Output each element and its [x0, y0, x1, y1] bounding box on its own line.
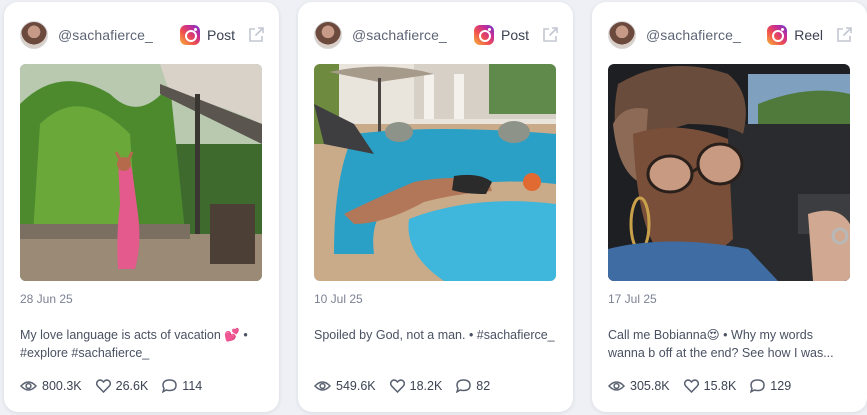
card-header: @sachafierce_ Reel — [608, 20, 853, 50]
likes-count: 18.2K — [409, 379, 443, 393]
post-caption: My love language is acts of vacation 💕 •… — [20, 328, 248, 360]
likes-stat: 18.2K — [389, 379, 443, 393]
post-card[interactable]: @sachafierce_ Post — [298, 2, 573, 412]
post-type-label: Reel — [794, 27, 823, 43]
views-stat: 305.8K — [608, 379, 670, 393]
post-caption: Call me Bobianna😍 • Why my words wanna b… — [608, 328, 834, 360]
post-card-row: @sachafierce_ Post 28 Jun 25 My love lan… — [0, 0, 867, 415]
eye-icon — [314, 381, 331, 391]
account-handle[interactable]: @sachafierce_ — [646, 27, 741, 43]
heart-icon — [683, 379, 699, 393]
comment-icon — [750, 379, 766, 393]
comment-icon — [162, 379, 178, 393]
post-thumbnail[interactable] — [314, 64, 556, 281]
post-caption: Spoiled by God, not a man. • #sachafierc… — [314, 328, 555, 342]
likes-count: 15.8K — [703, 379, 737, 393]
comments-stat: 82 — [456, 379, 490, 393]
likes-count: 26.6K — [115, 379, 149, 393]
instagram-icon — [179, 25, 200, 45]
post-card[interactable]: @sachafierce_ Reel 17 Jul 25 Call me Bob… — [592, 2, 867, 412]
post-stats: 549.6K 18.2K 82 — [314, 379, 504, 393]
post-type-label: Post — [500, 27, 529, 43]
post-thumbnail[interactable] — [20, 64, 262, 281]
post-stats: 305.8K 15.8K 129 — [608, 379, 805, 393]
instagram-icon — [767, 25, 788, 45]
post-date: 28 Jun 25 — [20, 292, 73, 306]
account-handle[interactable]: @sachafierce_ — [352, 27, 447, 43]
eye-icon — [20, 381, 37, 391]
likes-stat: 15.8K — [683, 379, 737, 393]
account-handle[interactable]: @sachafierce_ — [58, 27, 153, 43]
post-thumbnail[interactable] — [608, 64, 850, 281]
eye-icon — [608, 381, 625, 391]
comments-count: 129 — [770, 379, 792, 393]
comments-stat: 129 — [750, 379, 791, 393]
post-date: 17 Jul 25 — [608, 292, 657, 306]
likes-stat: 26.6K — [95, 379, 149, 393]
comments-stat: 114 — [162, 379, 202, 393]
post-card[interactable]: @sachafierce_ Post — [4, 2, 279, 412]
card-header: @sachafierce_ Post — [314, 20, 559, 50]
views-count: 549.6K — [336, 379, 376, 393]
views-count: 305.8K — [630, 379, 670, 393]
views-stat: 800.3K — [20, 379, 82, 393]
comment-icon — [456, 379, 472, 393]
comments-count: 114 — [182, 379, 203, 393]
avatar[interactable] — [608, 21, 636, 49]
external-link-icon[interactable] — [247, 26, 265, 44]
instagram-icon — [473, 25, 494, 45]
post-date: 10 Jul 25 — [314, 292, 363, 306]
avatar[interactable] — [314, 21, 342, 49]
card-header: @sachafierce_ Post — [20, 20, 265, 50]
post-type-label: Post — [206, 27, 235, 43]
views-stat: 549.6K — [314, 379, 376, 393]
post-stats: 800.3K 26.6K 114 — [20, 379, 216, 393]
heart-icon — [389, 379, 405, 393]
external-link-icon[interactable] — [541, 26, 559, 44]
views-count: 800.3K — [42, 379, 82, 393]
avatar[interactable] — [20, 21, 48, 49]
comments-count: 82 — [476, 379, 491, 393]
external-link-icon[interactable] — [835, 26, 853, 44]
heart-icon — [95, 379, 111, 393]
